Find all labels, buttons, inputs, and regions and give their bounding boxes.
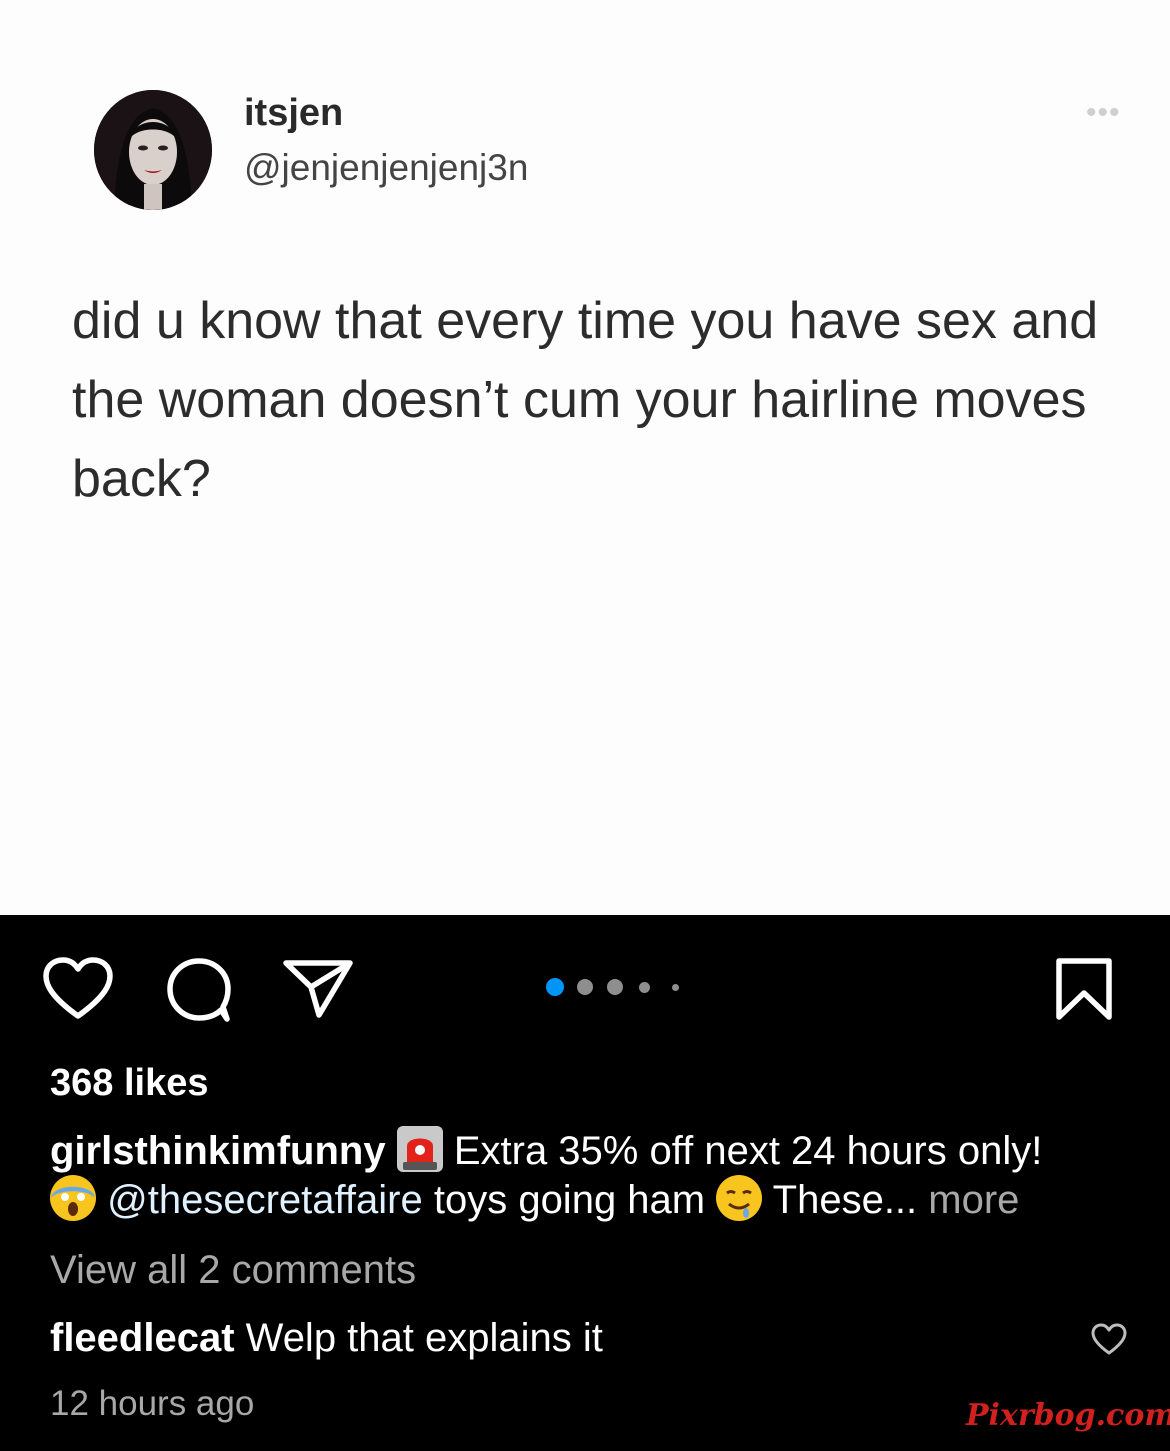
avatar <box>94 90 212 210</box>
post-timestamp: 12 hours ago <box>50 1384 255 1423</box>
tweet-text: did u know that every time you have sex … <box>72 292 1099 508</box>
caption-text-part3: These... <box>772 1178 918 1222</box>
caption-text-part2: toys going ham <box>433 1178 706 1222</box>
heart-icon[interactable] <box>42 956 114 1022</box>
likes-count[interactable]: 368 likes <box>50 1062 208 1105</box>
caption-more-link[interactable]: more <box>928 1178 1019 1222</box>
comment-username[interactable]: fleedlecat <box>50 1316 235 1360</box>
ellipsis-icon: ••• <box>1086 96 1121 129</box>
carousel-dot <box>672 984 679 991</box>
caption-username[interactable]: girlsthinkimfunny <box>50 1129 386 1173</box>
post-caption: girlsthinkimfunny Extra 35% off next 24 … <box>50 1126 1140 1224</box>
carousel-dot <box>639 982 650 993</box>
carousel-dot-active <box>546 978 564 996</box>
view-all-comments-link[interactable]: View all 2 comments <box>50 1248 416 1293</box>
comment-row: fleedlecat Welp that explains it <box>50 1316 603 1361</box>
watermark: Pixrbog.com <box>966 1398 1170 1433</box>
screaming-face-emoji <box>50 1175 96 1221</box>
tweet-image: itsjen @jenjenjenjenj3n ••• did u know t… <box>0 0 1170 915</box>
siren-emoji <box>396 1126 443 1172</box>
caption-mention[interactable]: @thesecretaffaire <box>107 1178 423 1222</box>
comment-bubble-icon[interactable] <box>164 955 234 1025</box>
carousel-dot <box>577 979 593 995</box>
carousel-dot <box>607 979 623 995</box>
comment-text: Welp that explains it <box>245 1316 603 1360</box>
small-heart-icon[interactable] <box>1090 1322 1128 1356</box>
caption-text-part1: Extra 35% off next 24 hours only! <box>453 1129 1043 1173</box>
drooling-face-emoji <box>716 1175 763 1221</box>
paper-plane-icon[interactable] <box>282 957 354 1021</box>
tweet-display-name: itsjen <box>244 92 344 134</box>
tweet-handle: @jenjenjenjenj3n <box>244 147 529 188</box>
bookmark-icon[interactable] <box>1054 957 1114 1021</box>
